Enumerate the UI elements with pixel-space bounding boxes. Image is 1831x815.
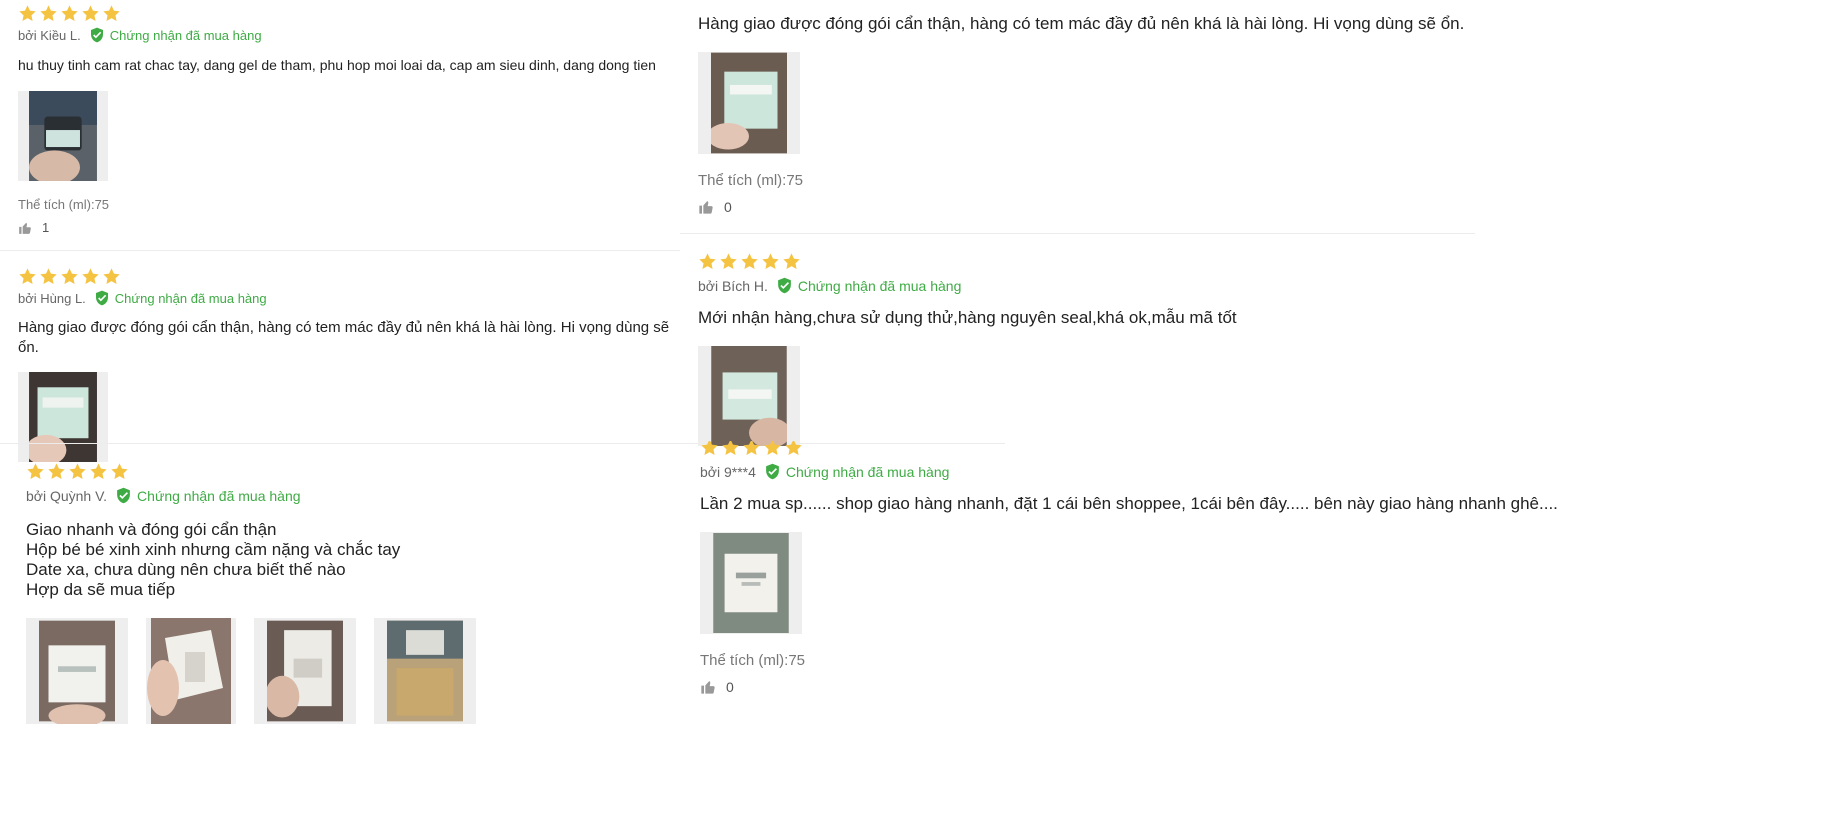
review-card: Hàng giao được đóng gói cẩn thận, hàng c… xyxy=(698,14,1598,215)
product-box-photo xyxy=(267,620,343,722)
thumbs-up-icon[interactable] xyxy=(700,679,716,695)
product-box-photo xyxy=(711,346,787,446)
thumbs-up-icon[interactable] xyxy=(698,199,714,215)
star-icon xyxy=(18,4,37,23)
star-icon xyxy=(763,441,782,457)
review-author: bởi Kiều L. xyxy=(18,27,81,43)
verified-badge: Chứng nhận đã mua hàng xyxy=(764,463,950,480)
review-content-line: Giao nhanh và đóng gói cẩn thận xyxy=(26,520,277,539)
verified-shield-icon xyxy=(89,27,105,43)
product-box-photo xyxy=(29,372,97,462)
review-content: Hàng giao được đóng gói cẩn thận, hàng c… xyxy=(18,319,670,356)
review-photo[interactable] xyxy=(698,52,800,154)
review-variant: Thể tích (ml):75 xyxy=(698,172,804,189)
star-icon xyxy=(39,4,58,23)
review-card: bởi Kiều L. Chứng nhận đã mua hàng hu th… xyxy=(18,4,678,235)
verified-label: Chứng nhận đã mua hàng xyxy=(137,487,301,504)
review-author: bởi Hùng L. xyxy=(18,290,86,306)
verified-shield-icon xyxy=(764,463,781,480)
verified-badge: Chứng nhận đã mua hàng xyxy=(776,277,962,294)
review-content-line: Hộp bé bé xinh xinh nhưng cầm nặng và ch… xyxy=(26,540,401,559)
review-photo[interactable] xyxy=(26,618,128,724)
review-photo[interactable] xyxy=(700,532,802,634)
product-box-photo xyxy=(387,620,463,722)
review-photo[interactable] xyxy=(146,618,236,724)
product-box-photo xyxy=(713,533,789,633)
review-content: Hàng giao được đóng gói cẩn thận, hàng c… xyxy=(698,14,1465,33)
product-jar-photo xyxy=(29,91,97,181)
star-icon xyxy=(740,252,759,271)
verified-badge: Chứng nhận đã mua hàng xyxy=(89,27,262,43)
star-icon xyxy=(60,4,79,23)
review-card: bởi Hùng L. Chứng nhận đã mua hàng Hàng … xyxy=(18,267,678,462)
review-author: bởi Bích H. xyxy=(698,277,768,294)
review-card: bởi Quỳnh V. Chứng nhận đã mua hàng Giao… xyxy=(26,462,666,724)
star-icon xyxy=(81,267,100,286)
verified-badge: Chứng nhận đã mua hàng xyxy=(115,487,301,504)
star-icon xyxy=(81,4,100,23)
star-icon xyxy=(68,462,87,481)
star-icon xyxy=(60,267,79,286)
star-icon xyxy=(89,462,108,481)
product-box-photo xyxy=(39,620,115,724)
verified-badge: Chứng nhận đã mua hàng xyxy=(94,290,267,306)
star-icon xyxy=(698,252,717,271)
star-rating xyxy=(18,267,678,286)
star-rating xyxy=(26,462,666,481)
review-variant: Thể tích (ml):75 xyxy=(700,652,806,669)
review-variant: Thể tích (ml):75 xyxy=(18,197,110,212)
product-box-photo xyxy=(147,618,231,724)
review-card: bởi 9***4 Chứng nhận đã mua hàng Lần 2 m… xyxy=(700,441,1800,695)
like-count: 1 xyxy=(42,220,50,235)
verified-shield-icon xyxy=(776,277,793,294)
review-content: Lần 2 mua sp...... shop giao hàng nhanh,… xyxy=(700,494,1558,513)
star-icon xyxy=(110,462,129,481)
review-card: bởi Bích H. Chứng nhận đã mua hàng Mới n… xyxy=(698,252,1598,446)
star-icon xyxy=(102,267,121,286)
review-author: bởi Quỳnh V. xyxy=(26,487,108,504)
review-content: Mới nhận hàng,chưa sử dụng thử,hàng nguy… xyxy=(698,308,1237,327)
like-count: 0 xyxy=(726,679,734,695)
verified-shield-icon xyxy=(115,487,132,504)
star-icon xyxy=(18,267,37,286)
verified-label: Chứng nhận đã mua hàng xyxy=(114,290,267,306)
star-icon xyxy=(39,267,58,286)
star-rating xyxy=(700,441,1800,457)
star-icon xyxy=(47,462,66,481)
verified-label: Chứng nhận đã mua hàng xyxy=(109,27,262,43)
review-photo[interactable] xyxy=(254,618,356,724)
star-icon xyxy=(761,252,780,271)
review-photo[interactable] xyxy=(18,91,108,181)
verified-shield-icon xyxy=(94,290,110,306)
star-icon xyxy=(26,462,45,481)
star-icon xyxy=(782,252,801,271)
like-count: 0 xyxy=(724,199,732,215)
verified-label: Chứng nhận đã mua hàng xyxy=(797,277,962,294)
star-icon xyxy=(102,4,121,23)
star-icon xyxy=(784,441,803,457)
divider xyxy=(0,250,680,251)
review-content: Giao nhanh và đóng gói cẩn thận Hộp bé b… xyxy=(26,520,666,600)
review-photo[interactable] xyxy=(18,372,108,462)
star-icon xyxy=(700,441,719,457)
star-rating xyxy=(18,4,678,23)
review-content-line: Date xa, chưa dùng nên chưa biết thế nào xyxy=(26,560,346,579)
review-photo[interactable] xyxy=(374,618,476,724)
review-author: bởi 9***4 xyxy=(700,463,756,480)
thumbs-up-icon[interactable] xyxy=(18,221,32,235)
star-icon xyxy=(719,252,738,271)
review-photo[interactable] xyxy=(698,346,800,446)
review-content: hu thuy tinh cam rat chac tay, dang gel … xyxy=(18,57,656,73)
divider xyxy=(680,233,1475,234)
star-icon xyxy=(721,441,740,457)
product-box-photo xyxy=(711,52,787,154)
star-rating xyxy=(698,252,1598,271)
star-icon xyxy=(742,441,761,457)
verified-label: Chứng nhận đã mua hàng xyxy=(785,463,950,480)
review-content-line: Hợp da sẽ mua tiếp xyxy=(26,580,176,599)
